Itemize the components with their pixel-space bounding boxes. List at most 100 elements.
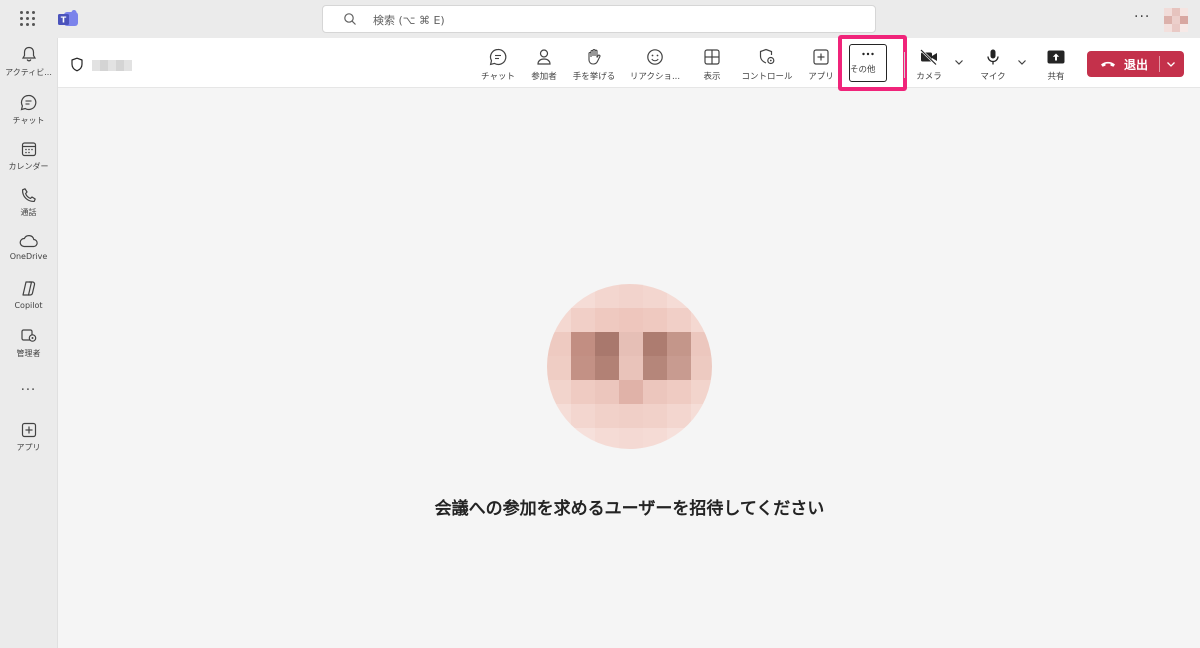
view-button[interactable]: 表示	[695, 48, 729, 84]
avatar-pixel	[595, 356, 619, 380]
meeting-stage: チャット 参加者 手を挙げる リアクショ... 表示 コントロール アプリ その…	[57, 35, 1200, 648]
apps-button[interactable]: アプリ	[805, 48, 837, 84]
avatar-pixel	[643, 404, 667, 428]
mic-options-chevron-down-icon[interactable]	[1017, 58, 1027, 66]
search-icon	[344, 13, 356, 25]
camera-options-chevron-down-icon[interactable]	[954, 58, 964, 66]
avatar-pixel	[691, 356, 712, 380]
rail-item-chat[interactable]: チャット	[0, 94, 57, 138]
avatar-pixel	[691, 332, 712, 356]
rail-more-icon[interactable]: ···	[0, 383, 57, 398]
rail-label: 管理者	[16, 349, 41, 358]
rail-label: アプリ	[16, 443, 41, 452]
avatar-pixel	[619, 308, 643, 332]
share-button[interactable]: 共有	[1039, 48, 1073, 84]
avatar-pixel	[619, 356, 643, 380]
chat-icon	[489, 48, 507, 66]
rail-label: アクティビ...	[5, 68, 52, 77]
settings-more-icon[interactable]: ···	[1134, 9, 1150, 25]
invite-message: 会議への参加を求めるユーザーを招待してください	[434, 499, 825, 519]
avatar-pixel	[667, 380, 691, 404]
rail-item-onedrive[interactable]: OneDrive	[0, 234, 57, 278]
avatar-pixel	[643, 308, 667, 332]
search-input[interactable]: 検索 (⌥ ⌘ E)	[322, 5, 876, 33]
hang-up-icon	[1101, 61, 1115, 67]
more-dots-icon	[862, 52, 874, 56]
participant-avatar	[547, 284, 712, 449]
controls-button[interactable]: コントロール	[738, 48, 796, 84]
avatar-pixel	[547, 356, 571, 380]
avatar-pixel	[595, 428, 619, 449]
avatar-pixel	[571, 332, 595, 356]
microphone-icon	[987, 49, 999, 65]
avatar-pixel	[667, 356, 691, 380]
raise-hand-button[interactable]: 手を挙げる	[569, 48, 619, 84]
avatar-pixel	[643, 428, 667, 449]
rail-label: カレンダー	[8, 162, 49, 171]
user-avatar[interactable]	[1164, 8, 1188, 32]
shield-icon	[71, 57, 83, 72]
title-bar: T 検索 (⌥ ⌘ E) ···	[0, 0, 1200, 38]
avatar-pixel	[691, 284, 712, 308]
avatar-pixel	[691, 428, 712, 449]
avatar-pixel	[643, 356, 667, 380]
rail-item-activity[interactable]: アクティビ...	[0, 46, 57, 90]
search-placeholder: 検索 (⌥ ⌘ E)	[373, 14, 445, 27]
add-app-icon	[813, 49, 829, 65]
avatar-pixel	[619, 284, 643, 308]
leave-button[interactable]: 退出	[1087, 51, 1184, 77]
rail-label: OneDrive	[9, 252, 48, 261]
hand-icon	[588, 48, 601, 65]
leave-options-chevron-down-icon[interactable]	[1166, 60, 1176, 68]
avatar-pixel	[547, 428, 571, 449]
chat-button[interactable]: チャット	[476, 48, 520, 84]
avatar-pixel	[571, 356, 595, 380]
mic-label: マイク	[980, 72, 1006, 82]
app-launcher-icon[interactable]	[20, 11, 36, 27]
app-rail: アクティビ... チャット カレンダー 通話 OneDrive Copilot …	[0, 38, 57, 648]
avatar-pixel	[691, 380, 712, 404]
more-button[interactable]: その他	[849, 44, 887, 82]
mic-button[interactable]: マイク	[976, 48, 1010, 84]
avatar-pixel	[691, 308, 712, 332]
controls-label: コントロール	[741, 72, 793, 82]
rail-label: Copilot	[14, 301, 43, 310]
avatar-pixel	[667, 284, 691, 308]
camera-button[interactable]: カメラ	[912, 48, 946, 84]
avatar-pixel	[547, 380, 571, 404]
meeting-toolbar: チャット 参加者 手を挙げる リアクショ... 表示 コントロール アプリ その…	[58, 35, 1200, 91]
leave-separator	[1159, 56, 1160, 72]
avatar-pixel	[547, 332, 571, 356]
rail-item-calendar[interactable]: カレンダー	[0, 141, 57, 185]
people-button[interactable]: 参加者	[524, 48, 564, 84]
avatar-pixel	[571, 380, 595, 404]
rail-item-calls[interactable]: 通話	[0, 187, 57, 231]
copilot-icon	[22, 281, 36, 296]
rail-item-admin[interactable]: 管理者	[0, 327, 57, 371]
rail-item-apps[interactable]: アプリ	[0, 422, 57, 466]
reactions-label: リアクショ...	[629, 72, 681, 82]
avatar-pixel	[547, 308, 571, 332]
chat-icon	[20, 94, 37, 111]
rail-label: チャット	[12, 116, 45, 125]
avatar-pixel	[667, 428, 691, 449]
avatar-pixel	[691, 404, 712, 428]
avatar-pixel	[547, 284, 571, 308]
rail-label: 通話	[20, 208, 37, 217]
avatar-pixel	[667, 332, 691, 356]
cloud-icon	[19, 235, 38, 248]
avatar-pixel	[643, 332, 667, 356]
leave-label: 退出	[1124, 58, 1149, 72]
camera-label: カメラ	[916, 72, 942, 82]
camera-off-icon	[920, 49, 937, 66]
people-label: 参加者	[531, 72, 557, 82]
avatar-pixel	[547, 404, 571, 428]
reactions-button[interactable]: リアクショ...	[624, 48, 686, 84]
admin-icon	[20, 329, 36, 342]
avatar-pixel	[595, 404, 619, 428]
rail-item-copilot[interactable]: Copilot	[0, 280, 57, 324]
avatar-pixel	[619, 404, 643, 428]
chat-label: チャット	[481, 72, 515, 82]
teams-logo-icon: T	[58, 10, 78, 26]
shield-gear-icon	[759, 48, 775, 65]
